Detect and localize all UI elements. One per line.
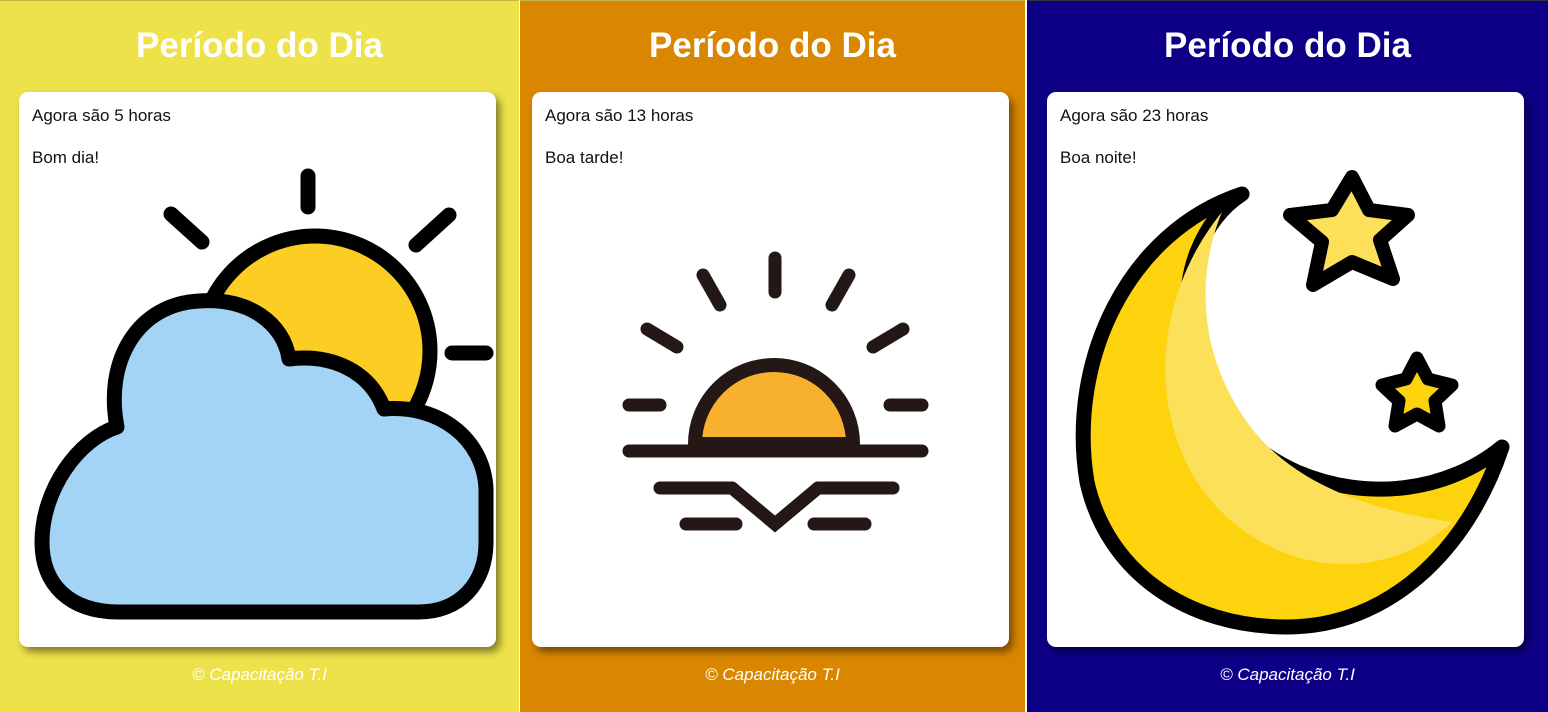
morning-panel: Período do Dia Agora são 5 horas Bom dia… [0,0,519,712]
footer-copyright: © Capacitação T.I [1220,665,1355,684]
night-panel: Período do Dia Agora são 23 horas Boa no… [1027,0,1548,712]
footer-copyright: © Capacitação T.I [192,665,327,684]
sun-behind-cloud-icon [34,168,494,620]
footer-copyright: © Capacitação T.I [705,665,840,684]
page-title: Período do Dia [136,26,383,65]
afternoon-panel: Período do Dia Agora são 13 horas Boa ta… [520,0,1025,712]
page-title: Período do Dia [649,26,896,65]
page-title: Período do Dia [1164,26,1411,65]
period-card: Agora são 13 horas Boa tarde! [532,92,1009,647]
period-card: Agora são 5 horas Bom dia! [19,92,496,647]
period-card: Agora são 23 horas Boa noite! [1047,92,1524,647]
sunset-icon [622,251,929,533]
moon-and-stars-icon [1075,170,1510,635]
